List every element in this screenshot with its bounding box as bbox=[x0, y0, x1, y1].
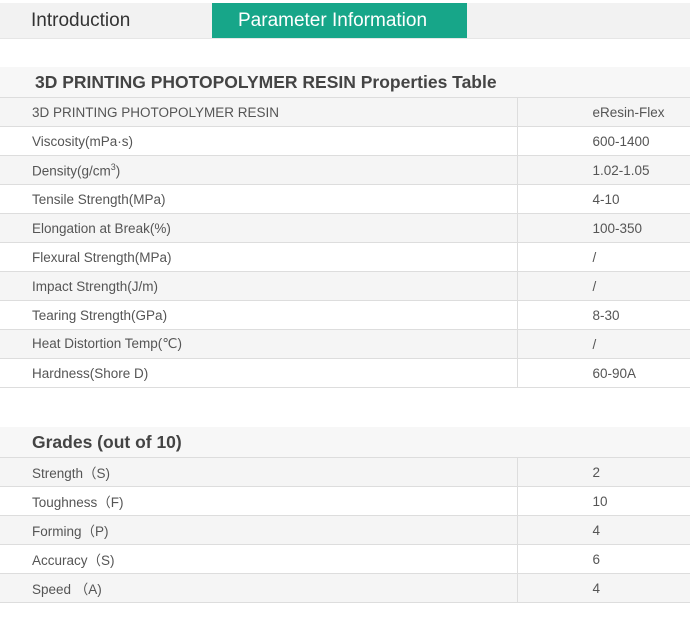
table-row: Hardness(Shore D) 60-90A bbox=[0, 358, 690, 388]
table-header-row: 3D PRINTING PHOTOPOLYMER RESIN eResin-Fl… bbox=[0, 97, 690, 127]
grade-value: 2 bbox=[516, 457, 690, 487]
grade-name: Accuracy（S) bbox=[0, 544, 517, 574]
grades-table: Strength（S) 2 Toughness（F) 10 Forming（P)… bbox=[0, 457, 690, 603]
table-row: Tensile Strength(MPa) 4-10 bbox=[0, 184, 690, 214]
table-row: Flexural Strength(MPa) / bbox=[0, 242, 690, 272]
grade-value: 6 bbox=[516, 544, 690, 574]
header-value: eResin-Flex bbox=[516, 97, 690, 127]
row-value: / bbox=[516, 329, 690, 359]
row-value: 60-90A bbox=[516, 358, 690, 388]
grade-value: 4 bbox=[516, 515, 690, 545]
properties-section: 3D PRINTING PHOTOPOLYMER RESIN Propertie… bbox=[0, 67, 690, 388]
table-row: Tearing Strength(GPa) 8-30 bbox=[0, 300, 690, 330]
row-value: 4-10 bbox=[516, 184, 690, 214]
grade-value: 4 bbox=[516, 573, 690, 603]
table-row: Elongation at Break(%) 100-350 bbox=[0, 213, 690, 243]
row-name-text: Density(g/cm bbox=[32, 163, 111, 179]
header-name: 3D PRINTING PHOTOPOLYMER RESIN bbox=[0, 97, 517, 127]
row-name: Flexural Strength(MPa) bbox=[0, 242, 517, 272]
table-row: Speed （A) 4 bbox=[0, 573, 690, 603]
grade-name: Toughness（F) bbox=[0, 486, 517, 516]
tab-introduction[interactable]: Introduction bbox=[31, 3, 130, 38]
row-name: Density(g/cm3) bbox=[0, 155, 517, 185]
row-value: 1.02-1.05 bbox=[516, 155, 690, 185]
row-value: / bbox=[516, 242, 690, 272]
table-row: Accuracy（S) 6 bbox=[0, 544, 690, 574]
table-row: Toughness（F) 10 bbox=[0, 486, 690, 516]
row-value: 8-30 bbox=[516, 300, 690, 330]
row-value: / bbox=[516, 271, 690, 301]
grade-value: 10 bbox=[516, 486, 690, 516]
row-name: Hardness(Shore D) bbox=[0, 358, 517, 388]
grades-section: Grades (out of 10) Strength（S) 2 Toughne… bbox=[0, 427, 690, 603]
table-row: Heat Distortion Temp(℃) / bbox=[0, 329, 690, 359]
table-row: Forming（P) 4 bbox=[0, 515, 690, 545]
row-name: Impact Strength(J/m) bbox=[0, 271, 517, 301]
row-name: Tearing Strength(GPa) bbox=[0, 300, 517, 330]
page: Introduction Parameter Information 3D PR… bbox=[0, 0, 695, 622]
row-name: Viscosity(mPa·s) bbox=[0, 126, 517, 156]
grade-name: Strength（S) bbox=[0, 457, 517, 487]
row-name: Elongation at Break(%) bbox=[0, 213, 517, 243]
row-name: Tensile Strength(MPa) bbox=[0, 184, 517, 214]
grade-name: Speed （A) bbox=[0, 573, 517, 603]
properties-title: 3D PRINTING PHOTOPOLYMER RESIN Propertie… bbox=[0, 67, 690, 97]
table-row: Impact Strength(J/m) / bbox=[0, 271, 690, 301]
row-name-suffix: ) bbox=[115, 163, 121, 179]
properties-table: 3D PRINTING PHOTOPOLYMER RESIN eResin-Fl… bbox=[0, 97, 690, 388]
grades-title: Grades (out of 10) bbox=[0, 427, 690, 457]
grade-name: Forming（P) bbox=[0, 515, 517, 545]
table-row: Strength（S) 2 bbox=[0, 457, 690, 487]
tab-bar: Introduction Parameter Information bbox=[0, 3, 690, 39]
tab-parameter-information[interactable]: Parameter Information bbox=[212, 3, 467, 38]
table-row: Density(g/cm3) 1.02-1.05 bbox=[0, 155, 690, 185]
row-name: Heat Distortion Temp(℃) bbox=[0, 329, 517, 359]
row-value: 600-1400 bbox=[516, 126, 690, 156]
table-row: Viscosity(mPa·s) 600-1400 bbox=[0, 126, 690, 156]
row-value: 100-350 bbox=[516, 213, 690, 243]
